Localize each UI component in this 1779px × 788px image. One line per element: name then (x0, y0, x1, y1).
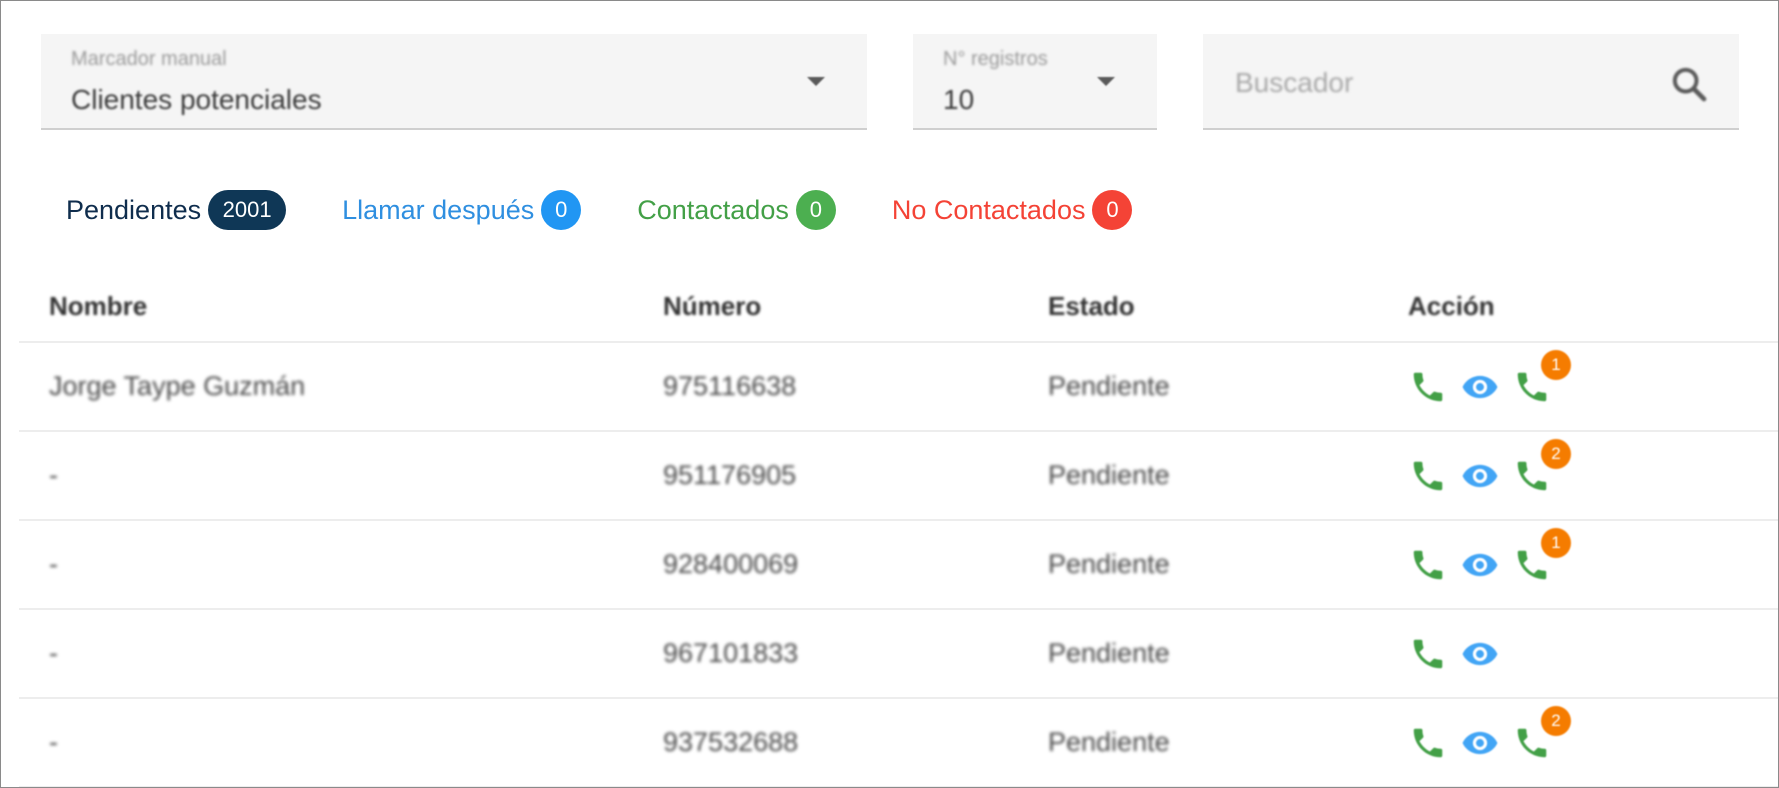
table-row[interactable]: - 937532688 Pendiente 2 (19, 699, 1778, 787)
column-header-action: Acción (1408, 291, 1495, 321)
table-header: Nombre Número Estado Acción (19, 261, 1778, 343)
tab-no-contactados[interactable]: No Contactados 0 (892, 190, 1133, 230)
cell-name: - (49, 638, 58, 668)
dialer-select-value: Clientes potenciales (71, 84, 322, 115)
cell-name: - (49, 460, 58, 490)
tab-contactados[interactable]: Contactados 0 (637, 190, 836, 230)
phone-icon[interactable] (1409, 635, 1447, 673)
dialer-select[interactable]: Marcador manual Clientes potenciales (41, 34, 867, 130)
tab-llamar-despues[interactable]: Llamar después 0 (342, 190, 582, 230)
table-row[interactable]: Jorge Taype Guzmán 975116638 Pendiente 1 (19, 343, 1778, 432)
count-badge: 0 (795, 190, 836, 230)
column-header-name[interactable]: Nombre (49, 291, 147, 322)
eye-icon[interactable] (1461, 546, 1499, 584)
search-icon[interactable] (1669, 64, 1709, 104)
call-history-icon[interactable]: 1 (1513, 528, 1571, 584)
cell-status: Pendiente (1048, 549, 1170, 579)
tab-label: Pendientes (66, 194, 202, 225)
page: Marcador manual Clientes potenciales N° … (0, 0, 1779, 788)
cell-name: - (49, 549, 58, 579)
tab-label: No Contactados (891, 194, 1086, 225)
column-header-status[interactable]: Estado (1048, 291, 1135, 322)
chevron-down-icon[interactable] (1097, 77, 1115, 86)
status-tabs: Pendientes 2001 Llamar después 0 Contact… (66, 188, 1188, 232)
count-badge: 0 (1092, 190, 1133, 230)
search-field[interactable]: Buscador (1203, 34, 1739, 130)
phone-icon[interactable] (1409, 457, 1447, 495)
count-badge: 0 (541, 190, 582, 230)
phone-icon[interactable] (1409, 368, 1447, 406)
cell-status: Pendiente (1048, 371, 1170, 401)
eye-icon[interactable] (1461, 368, 1499, 406)
records-select-label: N° registros (943, 48, 1048, 70)
call-count-badge: 2 (1541, 439, 1571, 469)
cell-number: 937532688 (663, 727, 799, 757)
table-row[interactable]: - 928400069 Pendiente 1 (19, 521, 1778, 610)
records-select-value: 10 (943, 84, 975, 115)
column-header-number[interactable]: Número (663, 291, 761, 322)
cell-number: 967101833 (663, 638, 799, 668)
eye-icon[interactable] (1461, 457, 1499, 495)
call-count-badge: 1 (1541, 528, 1571, 558)
tab-label: Llamar después (342, 194, 535, 225)
cell-name: - (49, 727, 58, 757)
cell-number: 928400069 (663, 549, 799, 579)
phone-icon[interactable] (1409, 724, 1447, 762)
table-row[interactable]: - 951176905 Pendiente 2 (19, 432, 1778, 521)
phone-icon[interactable] (1409, 546, 1447, 584)
dialer-select-label: Marcador manual (71, 48, 227, 70)
row-actions: 2 (1409, 706, 1571, 765)
cell-status: Pendiente (1048, 460, 1170, 490)
chevron-down-icon[interactable] (807, 77, 825, 86)
cell-status: Pendiente (1048, 727, 1170, 757)
row-actions: 1 (1409, 350, 1571, 409)
cell-status: Pendiente (1048, 638, 1170, 668)
row-actions (1409, 632, 1513, 676)
tab-pendientes[interactable]: Pendientes 2001 (66, 190, 287, 230)
call-count-badge: 1 (1541, 350, 1571, 380)
tab-label: Contactados (637, 194, 789, 225)
row-actions: 2 (1409, 439, 1571, 498)
eye-icon[interactable] (1461, 635, 1499, 673)
row-actions: 1 (1409, 528, 1571, 587)
search-input[interactable]: Buscador (1235, 67, 1353, 99)
cell-number: 951176905 (663, 460, 797, 490)
call-history-icon[interactable]: 2 (1513, 439, 1571, 495)
call-history-icon[interactable]: 2 (1513, 706, 1571, 762)
count-badge: 2001 (208, 190, 287, 230)
table-row[interactable]: - 967101833 Pendiente (19, 610, 1778, 699)
call-history-icon[interactable]: 1 (1513, 350, 1571, 406)
leads-table: Nombre Número Estado Acción Jorge Taype … (19, 261, 1778, 787)
table-body: Jorge Taype Guzmán 975116638 Pendiente 1 - 95… (19, 343, 1778, 787)
eye-icon[interactable] (1461, 724, 1499, 762)
cell-name: Jorge Taype Guzmán (49, 371, 306, 401)
cell-number: 975116638 (663, 371, 797, 401)
call-count-badge: 2 (1541, 706, 1571, 736)
records-per-page-select[interactable]: N° registros 10 (913, 34, 1157, 130)
